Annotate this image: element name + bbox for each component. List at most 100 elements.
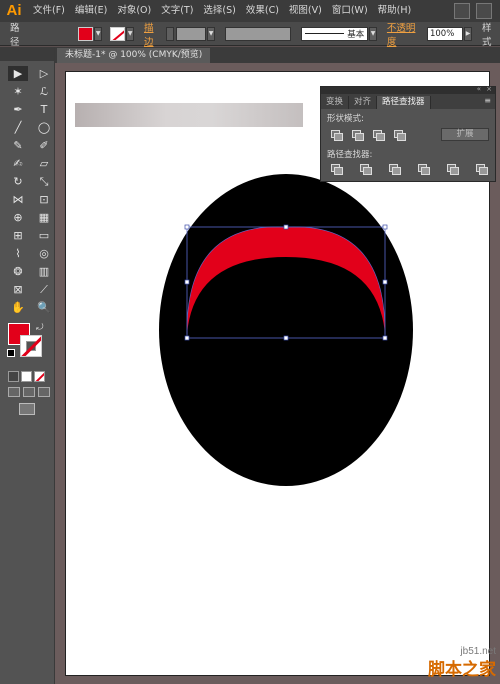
- stroke-box[interactable]: [20, 335, 42, 357]
- menu-view[interactable]: 视图(V): [284, 0, 327, 22]
- selection-tool-icon[interactable]: ▶: [8, 66, 28, 81]
- black-ellipse[interactable]: [159, 174, 413, 486]
- stroke-weight-input[interactable]: [175, 26, 207, 41]
- tools-panel: ▶ ▷ ✶ ℒ ✒ T ╱ ◯ ✎ ✐ ✍ ▱ ↻ ⤡ ⋈ ⊡ ⊕ ▦ ⊞ ▭ ⌇ ◎ ❂ ▥ ⊠ ⟋ ✋ 🔍 ⤾: [0, 47, 55, 684]
- unite-icon[interactable]: [331, 129, 343, 141]
- intersect-icon[interactable]: [373, 129, 385, 141]
- width-tool-icon[interactable]: ⋈: [8, 192, 28, 207]
- style-label[interactable]: 样式: [482, 20, 500, 48]
- pencil-tool-icon[interactable]: ✐: [34, 138, 54, 153]
- zoom-tool-icon[interactable]: 🔍: [34, 300, 54, 315]
- control-bar: 路径 ▼ ▼ 描边 ▼ 基本 ▼ 不透明度 100% ▶ 样式: [0, 20, 500, 48]
- watermark: jb51.net 脚本之家: [428, 646, 496, 680]
- stroke-color-swatch[interactable]: [110, 26, 126, 41]
- shape-modes-section: 形状模式: 扩展: [321, 109, 495, 141]
- none-mode-icon[interactable]: [34, 371, 45, 382]
- merge-icon[interactable]: [389, 164, 401, 175]
- close-icon[interactable]: ×: [486, 85, 492, 93]
- brush-definition-select[interactable]: 基本: [301, 26, 369, 41]
- brush-dropdown-icon[interactable]: ▼: [369, 26, 377, 41]
- panel-menu-icon[interactable]: ≡: [484, 96, 491, 105]
- line-tool-icon[interactable]: ╱: [8, 120, 28, 135]
- scale-tool-icon[interactable]: ⤡: [34, 174, 54, 189]
- document-tab[interactable]: 未标题-1* @ 100% (CMYK/预览): [57, 48, 211, 63]
- shape-builder-tool-icon[interactable]: ⊕: [8, 210, 28, 225]
- eraser-tool-icon[interactable]: ▱: [34, 156, 54, 171]
- document-tab-bar: 未标题-1* @ 100% (CMYK/预览): [55, 47, 500, 63]
- opacity-input[interactable]: 100%: [426, 26, 464, 41]
- color-mode-row: [0, 371, 54, 382]
- magic-wand-tool-icon[interactable]: ✶: [8, 84, 28, 99]
- divide-icon[interactable]: [331, 164, 343, 175]
- symbol-sprayer-tool-icon[interactable]: ❂: [8, 264, 28, 279]
- gradient-mode-icon[interactable]: [21, 371, 32, 382]
- tools-panel-header[interactable]: [0, 47, 54, 61]
- draw-inside-icon[interactable]: [38, 387, 50, 397]
- paintbrush-tool-icon[interactable]: ✎: [8, 138, 28, 153]
- bridge-button[interactable]: [454, 3, 470, 19]
- arrange-documents-button[interactable]: [476, 3, 492, 19]
- tool-grid: ▶ ▷ ✶ ℒ ✒ T ╱ ◯ ✎ ✐ ✍ ▱ ↻ ⤡ ⋈ ⊡ ⊕ ▦ ⊞ ▭ ⌇ ◎ ❂ ▥ ⊠ ⟋ ✋ 🔍: [0, 61, 54, 315]
- tab-align[interactable]: 对齐: [349, 96, 378, 109]
- draw-mode-row: [0, 387, 54, 397]
- crop-icon[interactable]: [418, 164, 430, 175]
- swap-fill-stroke-icon[interactable]: ⤾: [36, 323, 44, 333]
- opacity-label[interactable]: 不透明度: [387, 20, 423, 48]
- menu-type[interactable]: 文字(T): [156, 0, 198, 22]
- watermark-name: 脚本之家: [428, 660, 496, 680]
- panel-titlebar[interactable]: « ×: [321, 85, 495, 94]
- variable-width-profile-select[interactable]: [224, 26, 292, 41]
- ellipse-tool-icon[interactable]: ◯: [34, 120, 54, 135]
- menu-file[interactable]: 文件(F): [28, 0, 70, 22]
- blob-brush-tool-icon[interactable]: ✍: [8, 156, 28, 171]
- column-graph-tool-icon[interactable]: ▥: [34, 264, 54, 279]
- exclude-icon[interactable]: [394, 129, 406, 141]
- menu-edit[interactable]: 编辑(E): [70, 0, 112, 22]
- draw-behind-icon[interactable]: [23, 387, 35, 397]
- draw-normal-icon[interactable]: [8, 387, 20, 397]
- trim-icon[interactable]: [360, 164, 372, 175]
- rotate-tool-icon[interactable]: ↻: [8, 174, 28, 189]
- screen-mode-icon[interactable]: [19, 403, 35, 415]
- stroke-weight-dropdown-icon[interactable]: ▼: [207, 26, 215, 41]
- slice-tool-icon[interactable]: ⟋: [34, 282, 54, 297]
- collapse-icon[interactable]: «: [477, 85, 481, 93]
- fill-color-swatch[interactable]: [78, 26, 94, 41]
- lasso-tool-icon[interactable]: ℒ: [34, 84, 54, 99]
- minus-back-icon[interactable]: [476, 164, 488, 175]
- shape-modes-label: 形状模式:: [327, 114, 364, 124]
- pen-tool-icon[interactable]: ✒: [8, 102, 28, 117]
- free-transform-tool-icon[interactable]: ⊡: [34, 192, 54, 207]
- stroke-line-preview: [305, 33, 345, 34]
- blend-tool-icon[interactable]: ◎: [34, 246, 54, 261]
- fill-dropdown-icon[interactable]: ▼: [94, 26, 103, 41]
- handle-top-left: [184, 224, 190, 230]
- menu-effect[interactable]: 效果(C): [241, 0, 284, 22]
- selection-type-label: 路径: [10, 22, 20, 48]
- fill-stroke-area: ⤾: [0, 319, 54, 369]
- outline-icon[interactable]: [447, 164, 459, 175]
- gradient-tool-icon[interactable]: ▭: [34, 228, 54, 243]
- direct-selection-tool-icon[interactable]: ▷: [34, 66, 54, 81]
- tab-transform[interactable]: 变换: [321, 96, 350, 109]
- minus-front-icon[interactable]: [352, 129, 364, 141]
- mesh-tool-icon[interactable]: ⊞: [8, 228, 28, 243]
- menu-window[interactable]: 窗口(W): [327, 0, 373, 22]
- menu-select[interactable]: 选择(S): [198, 0, 240, 22]
- perspective-grid-tool-icon[interactable]: ▦: [34, 210, 54, 225]
- menu-bar: Ai 文件(F) 编辑(E) 对象(O) 文字(T) 选择(S) 效果(C) 视…: [0, 0, 500, 22]
- stroke-dropdown-icon[interactable]: ▼: [126, 26, 134, 41]
- color-mode-icon[interactable]: [8, 371, 19, 382]
- artboard-tool-icon[interactable]: ⊠: [8, 282, 28, 297]
- stroke-label[interactable]: 描边: [144, 20, 162, 48]
- type-tool-icon[interactable]: T: [34, 102, 54, 117]
- handle-bottom-right: [382, 335, 388, 341]
- expand-button[interactable]: 扩展: [441, 128, 489, 141]
- stroke-weight-stepper[interactable]: [166, 26, 174, 41]
- eyedropper-tool-icon[interactable]: ⌇: [8, 246, 28, 261]
- hand-tool-icon[interactable]: ✋: [8, 300, 28, 315]
- opacity-dropdown-icon[interactable]: ▶: [464, 26, 472, 41]
- default-fill-stroke-icon[interactable]: [7, 349, 15, 357]
- handle-middle-left: [184, 279, 190, 285]
- tab-pathfinder[interactable]: 路径查找器: [377, 96, 431, 109]
